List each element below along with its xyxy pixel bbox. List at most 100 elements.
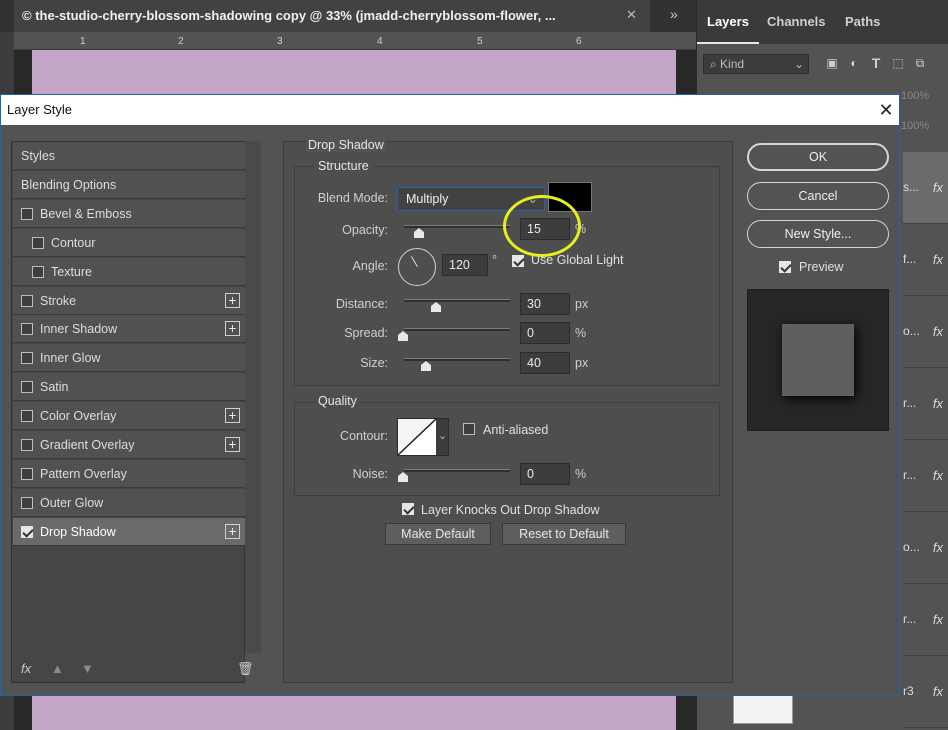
style-item[interactable]: Color Overlay +	[13, 402, 245, 431]
cancel-button[interactable]: Cancel	[747, 182, 889, 210]
distance-slider[interactable]	[404, 299, 510, 302]
size-input[interactable]: 40	[520, 352, 570, 374]
style-item-label: Drop Shadow	[40, 524, 116, 539]
style-item[interactable]: Gradient Overlay +	[13, 431, 245, 459]
add-instance-icon[interactable]: +	[225, 437, 240, 452]
style-checkbox[interactable]	[21, 207, 33, 220]
layer-name: f...	[903, 252, 917, 266]
fx-icon[interactable]: fx	[933, 324, 943, 339]
angle-dial[interactable]	[398, 248, 436, 286]
add-instance-icon[interactable]: +	[225, 321, 240, 337]
layer-row[interactable]: s... fx	[903, 152, 948, 224]
noise-input[interactable]: 0	[520, 463, 570, 485]
move-down-icon[interactable]: ▼	[81, 661, 94, 676]
angle-input[interactable]: 120	[442, 254, 488, 276]
style-item[interactable]: Texture	[13, 257, 245, 286]
anti-aliased-checkbox[interactable]	[463, 423, 475, 435]
anti-aliased-label[interactable]: Anti-aliased	[483, 423, 548, 437]
size-unit: px	[575, 356, 589, 370]
layer-row[interactable]: o... fx	[903, 512, 948, 584]
fx-menu-icon[interactable]: fx	[21, 661, 31, 676]
spread-input[interactable]: 0	[520, 322, 570, 344]
style-item-label: Inner Glow	[40, 351, 101, 366]
spread-slider[interactable]	[404, 328, 510, 331]
fx-icon[interactable]: fx	[933, 252, 943, 267]
fx-icon[interactable]: fx	[933, 684, 943, 699]
more-tabs-icon[interactable]: »	[670, 6, 690, 26]
document-close-icon[interactable]: ✕	[626, 8, 640, 22]
knocks-out-checkbox[interactable]	[402, 503, 414, 515]
adjustment-filter-icon[interactable]: ◐	[847, 56, 861, 70]
style-checkbox[interactable]	[32, 236, 44, 249]
style-checkbox[interactable]	[21, 410, 33, 423]
add-instance-icon[interactable]: +	[225, 523, 240, 539]
style-checkbox[interactable]	[21, 525, 33, 538]
kind-filter-select[interactable]: ⌕ Kind ⌄	[703, 54, 809, 74]
size-slider[interactable]	[404, 358, 510, 361]
distance-input[interactable]: 30	[520, 293, 570, 315]
fx-icon[interactable]: fx	[933, 468, 943, 483]
move-up-icon[interactable]: ▲	[51, 661, 64, 676]
fx-icon[interactable]: fx	[933, 180, 943, 195]
fill-field-fragment[interactable]: 100%	[901, 120, 929, 132]
style-checkbox[interactable]	[32, 265, 44, 278]
fx-icon[interactable]: fx	[933, 396, 943, 411]
contour-picker[interactable]: ⌄	[397, 418, 449, 456]
layer-row[interactable]: r... fx	[903, 368, 948, 440]
style-item[interactable]: Inner Shadow +	[13, 315, 245, 344]
reset-to-default-button[interactable]: Reset to Default	[502, 523, 626, 545]
layer-row[interactable]: o... fx	[903, 296, 948, 368]
use-global-light-checkbox[interactable]	[512, 255, 524, 267]
style-checkbox[interactable]	[21, 294, 33, 307]
layer-row[interactable]: f... fx	[903, 224, 948, 296]
layer-thumbnail[interactable]	[733, 694, 793, 724]
style-item[interactable]: Satin	[13, 373, 245, 402]
preview-label[interactable]: Preview	[799, 260, 843, 274]
style-checkbox[interactable]	[21, 439, 33, 451]
style-item[interactable]: Inner Glow	[13, 344, 245, 373]
style-item[interactable]: Styles	[13, 142, 245, 170]
layer-row[interactable]: r... fx	[903, 584, 948, 656]
close-icon[interactable]: ✕	[877, 101, 895, 119]
shape-filter-icon[interactable]: ⬚	[891, 56, 905, 70]
canvas-area[interactable]	[32, 694, 676, 730]
style-checkbox[interactable]	[21, 467, 33, 480]
opacity-slider[interactable]	[404, 225, 510, 228]
add-instance-icon[interactable]: +	[225, 408, 240, 424]
tab-channels[interactable]: Channels	[767, 14, 826, 29]
fx-icon[interactable]: fx	[933, 612, 943, 627]
style-checkbox[interactable]	[21, 323, 33, 336]
style-item[interactable]: Drop Shadow +	[13, 517, 245, 546]
opacity-field-fragment[interactable]: 100%	[901, 90, 929, 102]
tab-layers[interactable]: Layers	[707, 14, 749, 29]
pixel-filter-icon[interactable]: ▣	[825, 56, 839, 70]
smart-object-filter-icon[interactable]: ⧉	[913, 56, 927, 70]
style-item[interactable]: Bevel & Emboss	[13, 199, 245, 228]
style-item[interactable]: Contour	[13, 228, 245, 257]
style-item[interactable]: Stroke +	[13, 286, 245, 315]
style-checkbox[interactable]	[21, 381, 33, 394]
fx-icon[interactable]: fx	[933, 540, 943, 555]
noise-unit: %	[575, 467, 587, 481]
document-tab[interactable]: © the-studio-cherry-blossom-shadowing co…	[14, 0, 650, 32]
tab-paths[interactable]: Paths	[845, 14, 880, 29]
style-item[interactable]: Outer Glow	[13, 488, 245, 517]
style-item[interactable]: Pattern Overlay	[13, 459, 245, 488]
add-instance-icon[interactable]: +	[225, 292, 240, 308]
knocks-out-label[interactable]: Layer Knocks Out Drop Shadow	[421, 503, 600, 517]
styles-list-scrollbar[interactable]	[245, 141, 261, 653]
canvas-area[interactable]	[32, 50, 676, 94]
style-checkbox[interactable]	[21, 496, 33, 509]
trash-icon[interactable]: 🗑	[237, 661, 254, 677]
style-checkbox[interactable]	[21, 352, 33, 365]
ruler-tick: 3	[277, 36, 283, 47]
make-default-button[interactable]: Make Default	[385, 523, 491, 545]
style-item[interactable]: Blending Options	[13, 170, 245, 199]
new-style-button[interactable]: New Style...	[747, 220, 889, 248]
layer-row[interactable]: r... fx	[903, 440, 948, 512]
noise-slider[interactable]	[404, 469, 510, 472]
layer-row[interactable]: r3 fx	[903, 656, 948, 728]
preview-checkbox[interactable]	[779, 261, 791, 273]
type-filter-icon[interactable]: T	[869, 56, 883, 70]
ok-button[interactable]: OK	[747, 143, 889, 171]
